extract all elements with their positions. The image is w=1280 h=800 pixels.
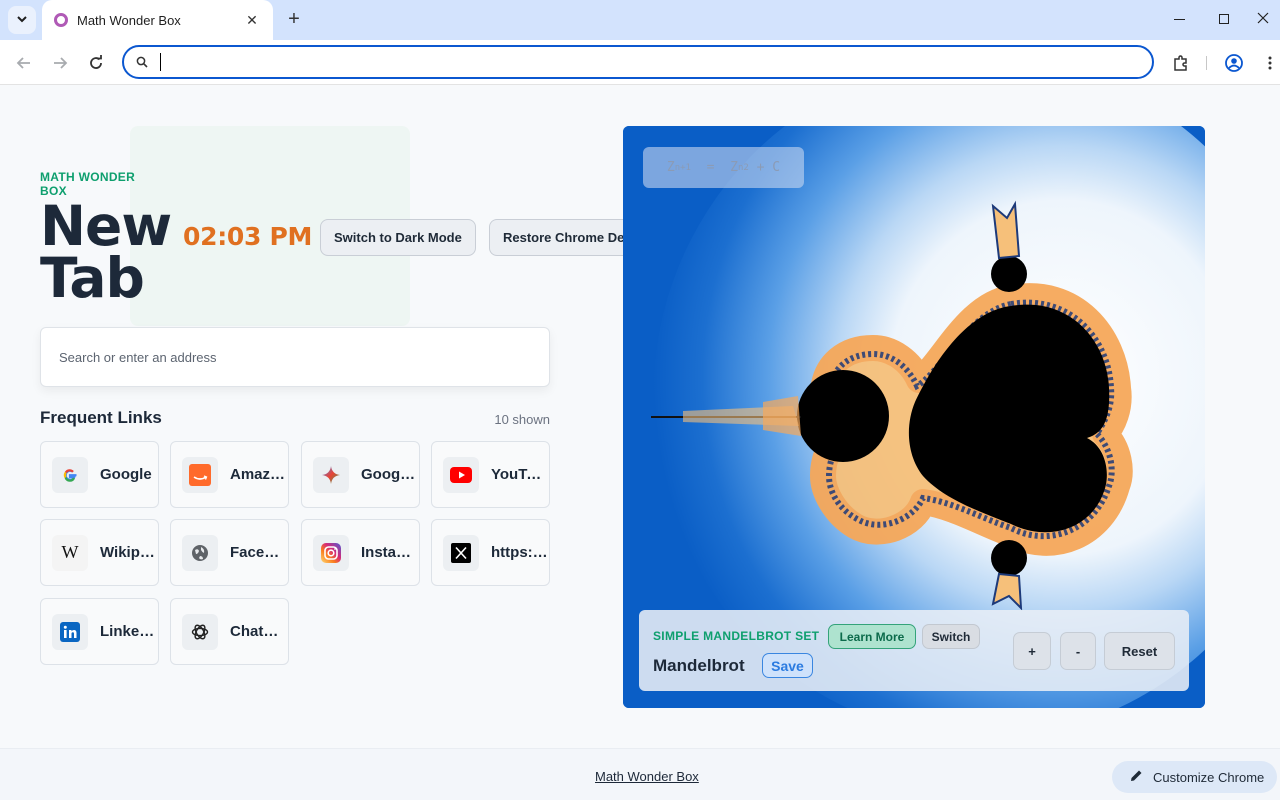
amazon-icon (182, 456, 218, 493)
toolbar-divider (1206, 56, 1207, 70)
new-tab-page: MATH WONDER BOX New Tab 02:03 PM Switch … (0, 86, 1280, 800)
link-tile-amazon[interactable]: Amazon (170, 441, 289, 508)
tab-math-wonder-box[interactable]: Math Wonder Box ✕ (42, 0, 273, 40)
chatgpt-icon (182, 613, 218, 650)
text-caret (160, 53, 161, 71)
link-label: LinkedIn (100, 623, 158, 640)
page-title: New Tab (40, 194, 172, 310)
pencil-icon (1130, 769, 1143, 785)
youtube-icon (443, 456, 479, 493)
tab-title: Math Wonder Box (77, 12, 181, 28)
formula-lhs-sub: n+1 (674, 162, 691, 173)
globe-icon (182, 534, 218, 571)
link-tile-instagram[interactable]: Instagram (301, 519, 420, 586)
extensions-button[interactable] (1169, 51, 1193, 75)
link-tile-google[interactable]: Google (40, 441, 159, 508)
linkedin-icon (52, 613, 88, 650)
link-tile-chatgpt[interactable]: ChatGPT (170, 598, 289, 665)
profile-icon (1225, 54, 1243, 72)
formula-badge: Zn+1 = Zn2 + C (643, 147, 804, 188)
maximize-icon (1219, 14, 1229, 24)
tab-strip: Math Wonder Box ✕ + (0, 0, 1280, 40)
fractal-viewer[interactable]: Zn+1 = Zn2 + C SIMPLE MANDELBROT SET Lea… (623, 126, 1205, 708)
minimize-icon (1173, 18, 1185, 20)
link-label: Google Gemini (361, 466, 419, 483)
links-count: 10 shown (494, 412, 550, 427)
formula-rhs: Z (730, 160, 738, 175)
tab-search-button[interactable] (8, 6, 36, 34)
back-button[interactable] (11, 50, 37, 76)
zoom-in-button[interactable]: + (1013, 632, 1051, 670)
window-minimize-button[interactable] (1155, 0, 1203, 38)
instagram-icon (313, 534, 349, 571)
link-label: ChatGPT (230, 623, 288, 640)
formula-tail: + C (756, 160, 781, 175)
close-icon (1257, 11, 1269, 27)
search-box (40, 327, 550, 387)
link-label: https://x.com (491, 544, 549, 561)
window-maximize-button[interactable] (1200, 0, 1248, 38)
zoom-out-button[interactable]: - (1060, 632, 1096, 670)
formula-rhs-sup: 2 (743, 162, 749, 173)
link-label: Amazon (230, 466, 288, 483)
learn-more-button[interactable]: Learn More (828, 624, 916, 649)
link-tile-linkedin[interactable]: LinkedIn (40, 598, 159, 665)
footer-link[interactable]: Math Wonder Box (595, 769, 699, 784)
new-tab-button[interactable]: + (282, 8, 306, 32)
link-tile-gemini[interactable]: Google Gemini (301, 441, 420, 508)
link-tile-wikipedia[interactable]: W Wikipedia (40, 519, 159, 586)
puzzle-icon (1174, 55, 1187, 71)
reset-button[interactable]: Reset (1104, 632, 1175, 670)
search-icon (134, 54, 150, 70)
link-label: Google (100, 466, 152, 483)
link-label: YouTube (491, 466, 549, 483)
fractal-controls: SIMPLE MANDELBROT SET Learn More Switch … (639, 610, 1189, 691)
customize-chrome-label: Customize Chrome (1153, 769, 1265, 785)
page-footer: Math Wonder Box Customize Chrome (0, 748, 1280, 800)
link-tile-x[interactable]: https://x.com (431, 519, 550, 586)
link-tile-youtube[interactable]: YouTube (431, 441, 550, 508)
fractal-set-label: SIMPLE MANDELBROT SET (653, 629, 820, 643)
chevron-down-icon (16, 13, 28, 28)
search-input[interactable] (59, 349, 519, 365)
favicon-icon (54, 13, 68, 27)
tab-close-icon[interactable]: ✕ (243, 12, 261, 29)
link-label: Wikipedia (100, 544, 158, 561)
arrow-left-icon (16, 57, 30, 69)
switch-fractal-button[interactable]: Switch (922, 624, 980, 649)
profile-button[interactable] (1222, 51, 1246, 75)
clock: 02:03 PM (183, 222, 313, 251)
formula-lhs: Z (666, 160, 675, 175)
window-close-button[interactable] (1245, 0, 1280, 38)
chrome-menu-button[interactable] (1258, 51, 1280, 75)
formula-equals: = (706, 160, 715, 175)
more-vertical-icon (1268, 56, 1272, 70)
google-icon (52, 456, 88, 493)
wikipedia-icon: W (52, 534, 88, 571)
x-icon (443, 534, 479, 571)
save-button[interactable]: Save (762, 653, 813, 678)
dark-mode-button[interactable]: Switch to Dark Mode (320, 219, 476, 256)
reload-icon (90, 55, 102, 69)
forward-button[interactable] (47, 50, 73, 76)
frequent-links-heading: Frequent Links (40, 408, 162, 427)
fractal-name: Mandelbrot (653, 656, 745, 675)
link-label: Instagram (361, 544, 419, 561)
address-bar[interactable] (122, 45, 1154, 79)
browser-toolbar (0, 40, 1280, 85)
link-tile-facebook[interactable]: Facebook (170, 519, 289, 586)
gemini-icon (313, 456, 349, 493)
link-label: Facebook (230, 544, 288, 561)
reload-button[interactable] (83, 50, 109, 76)
arrow-right-icon (54, 57, 68, 69)
customize-chrome-button[interactable]: Customize Chrome (1112, 761, 1277, 793)
